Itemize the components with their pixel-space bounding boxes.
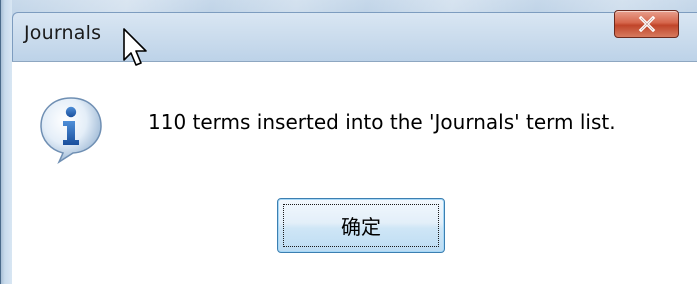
title-bar-inner — [12, 12, 697, 62]
title-bar[interactable]: Journals — [0, 0, 697, 62]
close-button[interactable] — [614, 10, 679, 38]
mouse-cursor-icon — [123, 28, 147, 66]
information-icon — [40, 97, 102, 164]
ok-button-label: 确定 — [341, 215, 381, 239]
ok-button[interactable]: 确定 — [277, 198, 445, 253]
message-dialog-window: Journals 110 terms inserted into the 'Jo… — [0, 0, 697, 284]
window-left-border — [0, 0, 12, 284]
message-text: 110 terms inserted into the 'Journals' t… — [148, 110, 616, 134]
dialog-body: 110 terms inserted into the 'Journals' t… — [13, 62, 697, 284]
window-title: Journals — [24, 22, 102, 44]
close-icon — [638, 16, 655, 32]
